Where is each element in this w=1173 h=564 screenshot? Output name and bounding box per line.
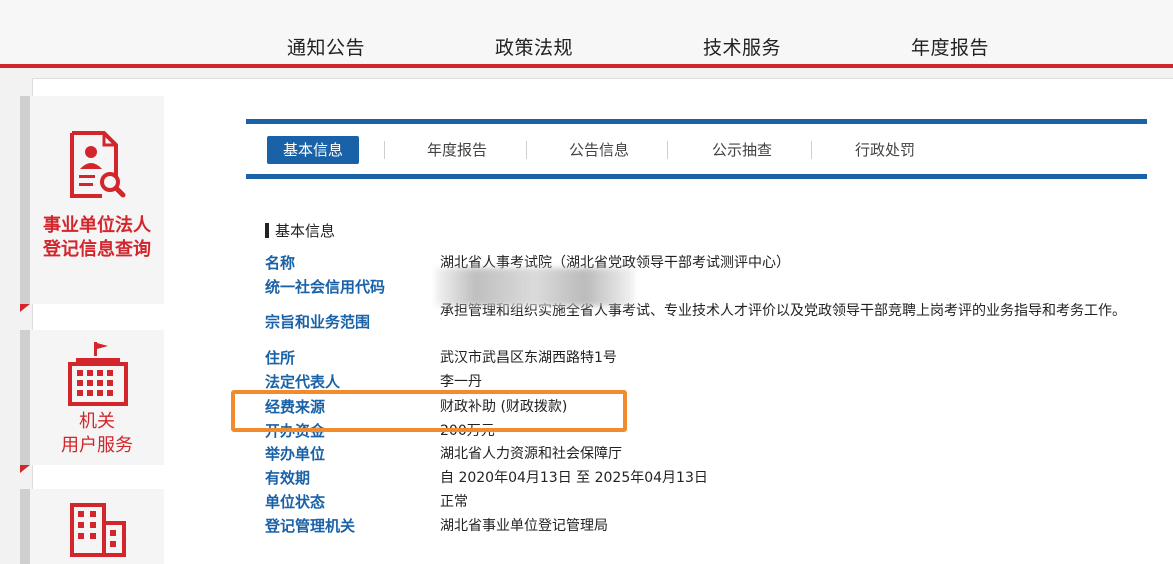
sidebar-card-building[interactable] [20, 489, 164, 564]
tab-separator [526, 141, 527, 159]
nav-annual-reports[interactable]: 年度报告 [911, 33, 989, 60]
tab-public-inspection[interactable]: 公示抽查 [712, 136, 772, 164]
tab-bar-top-border [246, 119, 1147, 124]
field-label: 统一社会信用代码 [265, 278, 386, 296]
tab-basic-info[interactable]: 基本信息 [267, 136, 360, 164]
card-corner-marker [20, 304, 30, 312]
field-label: 住所 [265, 349, 296, 367]
sidebar-card-label-1: 机关 [79, 411, 115, 432]
field-value: 财政补助 (财政拨款) [440, 399, 568, 415]
redacted-overlay [435, 268, 635, 306]
field-label: 宗旨和业务范围 [265, 313, 371, 331]
sidebar-card-label-2: 用户服务 [61, 435, 133, 456]
field-value: 武汉市武昌区东湖西路特1号 [440, 350, 617, 366]
sidebar-card-government-services[interactable]: 机关 用户服务 [20, 330, 164, 473]
nav-policies[interactable]: 政策法规 [495, 33, 573, 60]
tab-separator [384, 141, 385, 159]
sidebar-card-label-2: 登记信息查询 [43, 239, 151, 260]
tab-separator [667, 141, 668, 159]
field-label: 举办单位 [265, 445, 326, 463]
field-value: 自 2020年04月13日 至 2025年04月13日 [440, 470, 708, 486]
field-label: 法定代表人 [265, 373, 341, 391]
tab-administrative-penalty[interactable]: 行政处罚 [855, 136, 915, 164]
card-corner-marker [20, 465, 30, 473]
sidebar-card-label-1: 事业单位法人 [43, 215, 151, 236]
id-card-search-icon [70, 131, 126, 198]
field-label: 有效期 [265, 469, 311, 487]
tab-bar-bottom-border [246, 174, 1147, 179]
field-value: 200万元 [440, 423, 495, 439]
field-label: 经费来源 [265, 398, 326, 416]
field-value: 李一丹 [440, 374, 482, 390]
nav-divider [0, 64, 1173, 68]
field-label: 登记管理机关 [265, 517, 356, 535]
field-value: 正常 [440, 494, 468, 510]
field-label: 单位状态 [265, 493, 326, 511]
field-label: 名称 [265, 254, 296, 272]
office-building-icon [70, 503, 126, 557]
tab-separator [811, 141, 812, 159]
top-navigation: 通知公告 政策法规 技术服务 年度报告 [0, 0, 1173, 68]
sidebar-card-legal-person-query[interactable]: 事业单位法人 登记信息查询 [20, 96, 164, 312]
government-building-icon [68, 342, 128, 406]
nav-tech-services[interactable]: 技术服务 [703, 33, 781, 60]
section-title: 基本信息 [265, 220, 335, 241]
detail-tab-bar: 基本信息 年度报告 公告信息 公示抽查 行政处罚 [246, 119, 1147, 179]
field-label: 开办资金 [265, 422, 326, 440]
sidebar: 事业单位法人 登记信息查询 机关 用户服务 [20, 96, 164, 564]
tab-announcements[interactable]: 公告信息 [569, 136, 629, 164]
tab-annual-report[interactable]: 年度报告 [427, 136, 487, 164]
field-value: 湖北省事业单位登记管理局 [440, 518, 608, 534]
field-value: 湖北省人力资源和社会保障厅 [440, 446, 622, 462]
nav-notices[interactable]: 通知公告 [287, 33, 365, 60]
